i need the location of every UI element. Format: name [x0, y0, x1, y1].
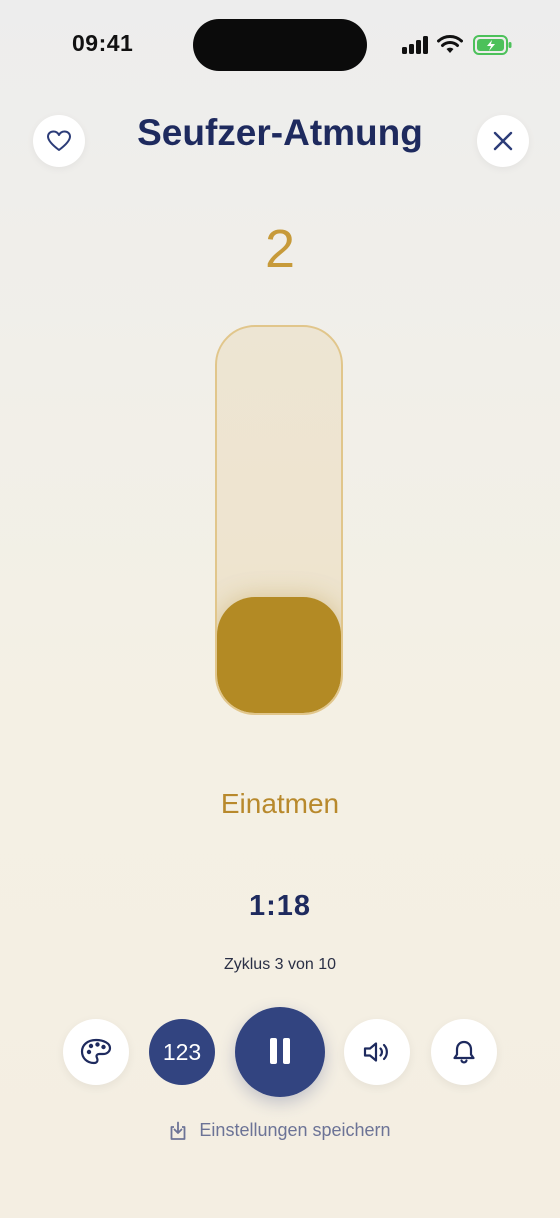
sound-button[interactable] [344, 1019, 410, 1085]
pause-icon [235, 1007, 325, 1097]
battery-icon [473, 35, 512, 55]
pause-button[interactable] [235, 1007, 325, 1097]
breath-phase-label: Einatmen [220, 788, 340, 819]
breathing-indicator-fill [217, 597, 341, 713]
page-title: Seufzer-Atmung [137, 112, 423, 153]
wifi-icon [437, 35, 463, 53]
status-time: 09:41 [72, 30, 134, 56]
reminder-button[interactable] [431, 1019, 497, 1085]
dynamic-island [193, 19, 367, 71]
download-icon [171, 1121, 186, 1140]
palette-icon [80, 1038, 112, 1065]
count-toggle-button[interactable]: 123 [149, 1019, 215, 1085]
speaker-icon [363, 1042, 388, 1062]
timer: 1:18 [248, 890, 312, 922]
heart-icon [47, 130, 71, 151]
breathing-indicator [215, 325, 343, 715]
close-button[interactable] [477, 115, 529, 167]
theme-button[interactable] [63, 1019, 129, 1085]
breath-counter: 2 [264, 219, 296, 279]
save-settings-label: Einstellungen speichern [199, 1120, 391, 1140]
cycle-counter: Zyklus 3 von 10 [223, 956, 337, 973]
save-settings-button[interactable]: Einstellungen speichern [0, 1120, 560, 1141]
bell-icon [453, 1040, 475, 1064]
cellular-signal-icon [402, 36, 430, 54]
favorite-button[interactable] [33, 115, 85, 167]
close-icon [493, 131, 513, 151]
